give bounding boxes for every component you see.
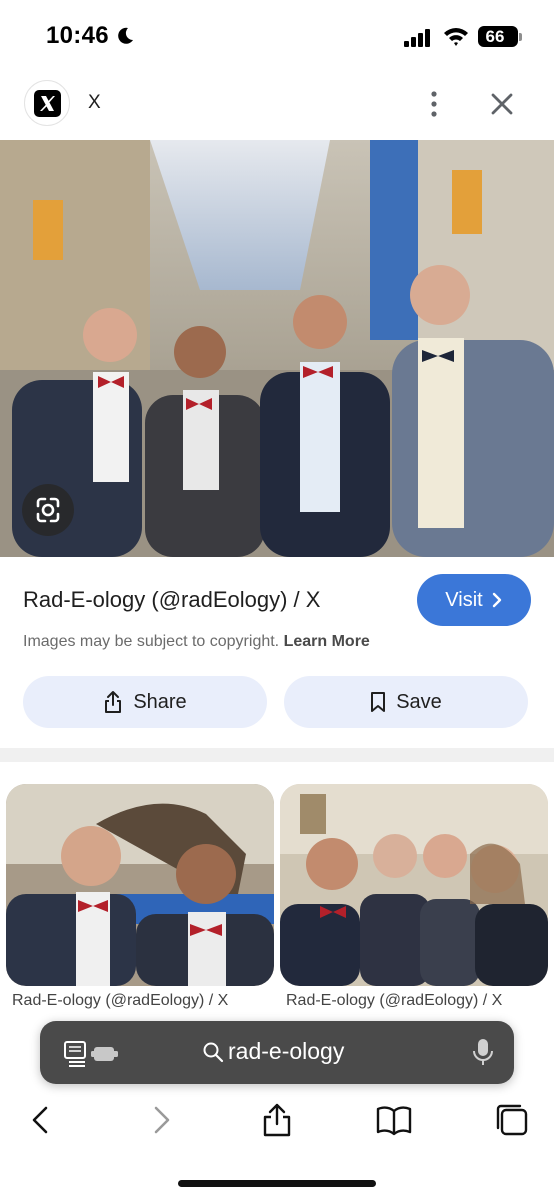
- battery-level: 66: [485, 27, 505, 46]
- copyright-notice: Images may be subject to copyright. Lear…: [23, 633, 370, 651]
- copyright-text: Images may be subject to copyright.: [23, 633, 280, 650]
- share-button[interactable]: Share: [23, 676, 267, 728]
- bookmarks-icon[interactable]: [376, 1102, 412, 1138]
- related-caption-1[interactable]: Rad-E-ology (@radEology) / X: [12, 992, 280, 1010]
- more-vertical-icon[interactable]: [422, 88, 446, 120]
- related-caption-2[interactable]: Rad-E-ology (@radEology) / X: [286, 992, 554, 1010]
- related-image-2[interactable]: [280, 784, 548, 986]
- status-bar: 10:46 66: [0, 0, 554, 72]
- browser-share-icon[interactable]: [259, 1102, 295, 1138]
- address-text[interactable]: rad-e-ology: [202, 1038, 344, 1065]
- back-icon[interactable]: [24, 1102, 60, 1138]
- battery-icon: 66: [478, 26, 518, 47]
- result-header: X: [0, 72, 554, 140]
- moon-icon: [118, 27, 133, 44]
- section-divider: [0, 748, 554, 762]
- page-menu-icon[interactable]: [64, 1041, 118, 1067]
- tabs-icon[interactable]: [494, 1102, 530, 1138]
- status-time: 10:46: [46, 22, 109, 49]
- forward-icon[interactable]: [144, 1102, 180, 1138]
- address-query: rad-e-ology: [228, 1038, 345, 1064]
- site-name[interactable]: X: [88, 92, 101, 114]
- lens-icon: [36, 497, 60, 523]
- lens-search-button[interactable]: [22, 484, 74, 536]
- x-logo-icon: [34, 90, 61, 117]
- share-icon: [105, 691, 122, 713]
- wifi-icon: [444, 28, 468, 46]
- close-icon[interactable]: [488, 90, 516, 118]
- save-button[interactable]: Save: [284, 676, 528, 728]
- search-icon: [203, 1042, 224, 1062]
- visit-button[interactable]: Visit: [417, 574, 531, 626]
- share-label: Share: [133, 690, 187, 713]
- site-favicon[interactable]: [24, 80, 70, 126]
- home-indicator[interactable]: [178, 1180, 376, 1187]
- save-label: Save: [396, 690, 442, 713]
- address-bar[interactable]: rad-e-ology: [40, 1021, 514, 1084]
- battery-tip: [519, 33, 522, 41]
- bookmark-icon: [371, 692, 386, 712]
- microphone-icon[interactable]: [472, 1037, 494, 1067]
- learn-more-link[interactable]: Learn More: [284, 633, 370, 650]
- related-image-1[interactable]: [6, 784, 274, 986]
- cellular-signal-icon: [404, 29, 430, 47]
- visit-label: Visit: [445, 588, 483, 611]
- result-title[interactable]: Rad-E-ology (@radEology) / X: [23, 587, 320, 613]
- result-image[interactable]: [0, 140, 554, 557]
- chevron-right-icon: [492, 592, 501, 608]
